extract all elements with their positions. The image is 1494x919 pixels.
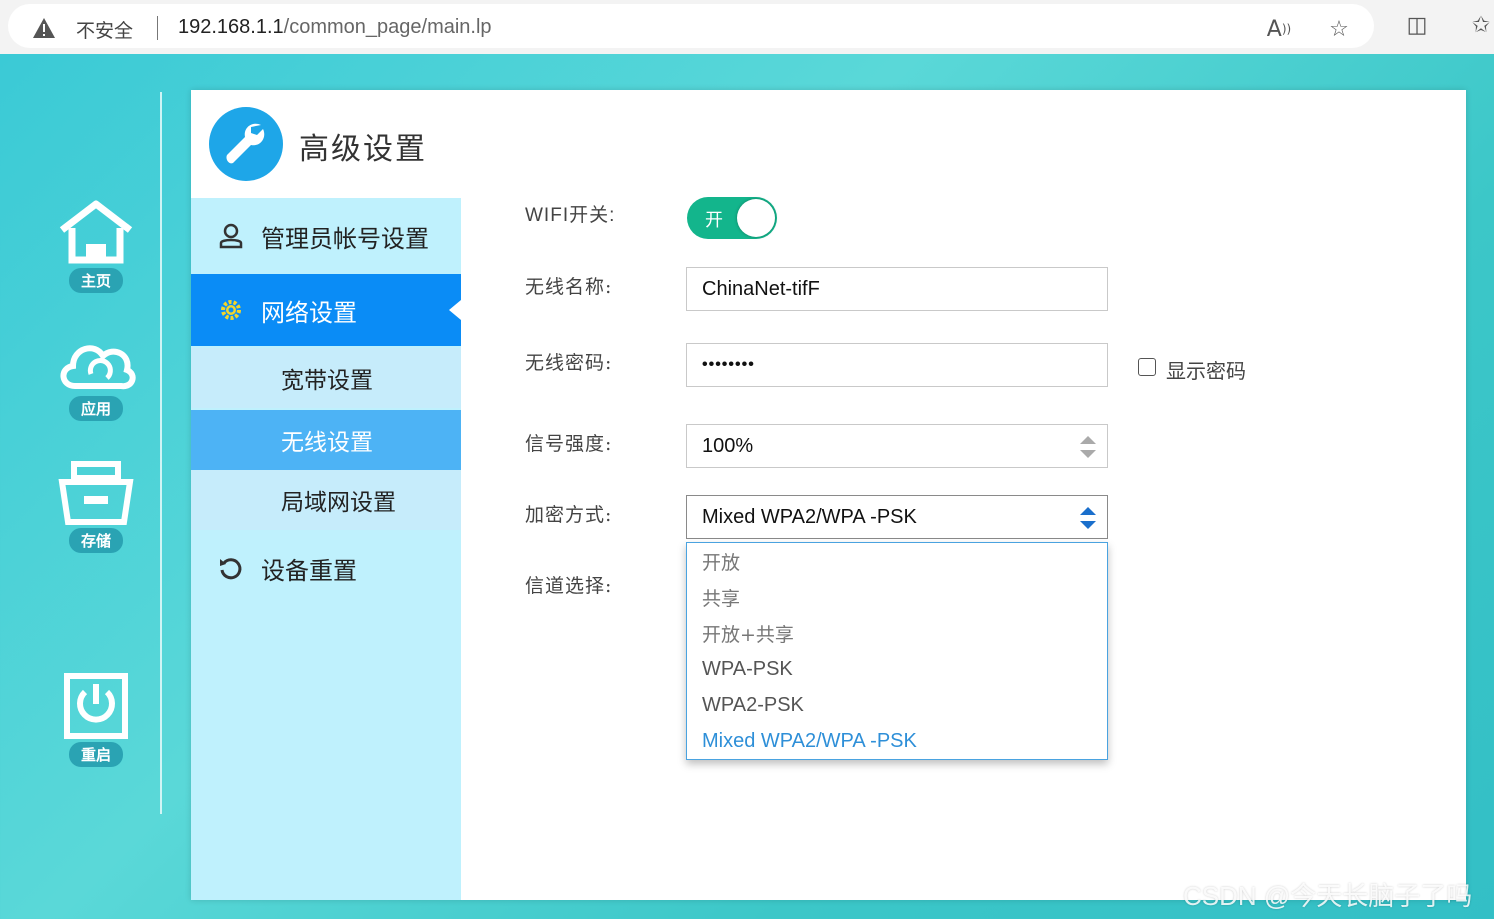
power-icon: [64, 673, 128, 739]
show-password-label: 显示密码: [1166, 359, 1246, 383]
watermark: CSDN @今天长脑子了吗: [1183, 881, 1473, 911]
option-wpa2-psk[interactable]: WPA2-PSK: [687, 687, 1107, 723]
ssid-value: ChinaNet-tifF: [702, 277, 820, 300]
sidebar: 高级设置 管理员帐号设置 网络设置 宽带设置 无线设置 局域网设置 设备重置: [191, 90, 461, 900]
rail-home[interactable]: 主页: [50, 198, 142, 293]
signal-value: 100%: [702, 434, 754, 457]
encryption-label: 加密方式:: [525, 504, 613, 526]
ssid-input[interactable]: ChinaNet-tifF: [686, 267, 1108, 311]
submenu-label: 局域网设置: [281, 490, 396, 516]
menu-label: 管理员帐号设置: [261, 224, 429, 253]
option-wpa-psk[interactable]: WPA-PSK: [687, 651, 1107, 687]
menu-network-settings[interactable]: 网络设置: [191, 274, 461, 346]
menu-device-reset[interactable]: 设备重置: [191, 532, 461, 604]
submenu-broadband[interactable]: 宽带设置: [191, 348, 461, 408]
submenu-label: 宽带设置: [281, 368, 373, 394]
encryption-dropdown-list: 开放 共享 开放+共享 WPA-PSK WPA2-PSK Mixed WPA2/…: [686, 542, 1108, 760]
encryption-select[interactable]: Mixed WPA2/WPA -PSK: [686, 495, 1108, 539]
split-screen-icon[interactable]: ◫: [1402, 10, 1432, 40]
user-icon: [217, 222, 245, 250]
reset-icon: [217, 554, 245, 582]
channel-label: 信道选择:: [525, 575, 613, 597]
rail-label-apps: 应用: [68, 396, 123, 421]
ssid-label: 无线名称:: [525, 276, 613, 298]
security-status[interactable]: 不安全: [76, 16, 133, 43]
menu-admin-account[interactable]: 管理员帐号设置: [191, 198, 461, 274]
wifi-switch-label: WIFI开关:: [525, 205, 616, 226]
spinner-icon: [1080, 436, 1096, 458]
rail-reboot[interactable]: 重启: [50, 672, 142, 767]
rail-divider: [160, 92, 162, 814]
favorite-star-icon[interactable]: ☆: [1324, 14, 1354, 44]
url-path: /common_page/main.lp: [283, 16, 492, 38]
cloud-icon: [60, 345, 136, 390]
password-label: 无线密码:: [525, 352, 613, 374]
address-bar[interactable]: 不安全 192.168.1.1/common_page/main.lp A)) …: [8, 4, 1374, 48]
home-icon: [59, 200, 133, 264]
submenu-lan[interactable]: 局域网设置: [191, 470, 461, 530]
url-host: 192.168.1.1: [178, 16, 284, 38]
divider: [157, 16, 158, 40]
browser-toolbar: 不安全 192.168.1.1/common_page/main.lp A)) …: [0, 0, 1494, 54]
rail-label-reboot: 重启: [68, 742, 123, 767]
signal-select[interactable]: 100%: [686, 424, 1108, 468]
encryption-value: Mixed WPA2/WPA -PSK: [702, 505, 917, 528]
option-mixed-wpa2-wpa-psk[interactable]: Mixed WPA2/WPA -PSK: [687, 723, 1107, 759]
option-open[interactable]: 开放: [687, 543, 1107, 579]
rail-label-home: 主页: [68, 268, 123, 293]
show-password-checkbox[interactable]: [1138, 358, 1156, 376]
dropdown-arrows-icon: [1080, 507, 1096, 529]
password-input[interactable]: ••••••••: [686, 343, 1108, 387]
rail-apps[interactable]: 应用: [50, 334, 142, 421]
rail-label-storage: 存储: [68, 528, 123, 553]
rail-storage[interactable]: 存储: [50, 460, 142, 553]
warning-icon[interactable]: [32, 17, 56, 39]
sidebar-header: 高级设置: [191, 90, 461, 198]
option-shared[interactable]: 共享: [687, 579, 1107, 615]
submenu-wireless[interactable]: 无线设置: [191, 410, 461, 470]
favorites-icon[interactable]: ✩: [1466, 10, 1494, 40]
menu-label: 设备重置: [261, 556, 357, 585]
read-aloud-icon[interactable]: A)): [1264, 14, 1294, 44]
password-value: ••••••••: [702, 356, 755, 373]
url-text[interactable]: 192.168.1.1/common_page/main.lp: [178, 16, 492, 39]
gear-icon: [217, 296, 245, 324]
sidebar-title: 高级设置: [299, 132, 427, 167]
toggle-state: 开: [705, 210, 723, 231]
submenu-label: 无线设置: [281, 430, 373, 456]
toggle-knob: [737, 199, 775, 237]
option-open-shared[interactable]: 开放+共享: [687, 615, 1107, 651]
menu-label: 网络设置: [261, 298, 357, 327]
storage-icon: [58, 461, 134, 525]
wifi-toggle[interactable]: 开: [687, 197, 777, 239]
signal-label: 信号强度:: [525, 433, 613, 455]
wrench-icon: [209, 107, 283, 181]
settings-panel: 高级设置 管理员帐号设置 网络设置 宽带设置 无线设置 局域网设置 设备重置 W…: [191, 90, 1466, 900]
